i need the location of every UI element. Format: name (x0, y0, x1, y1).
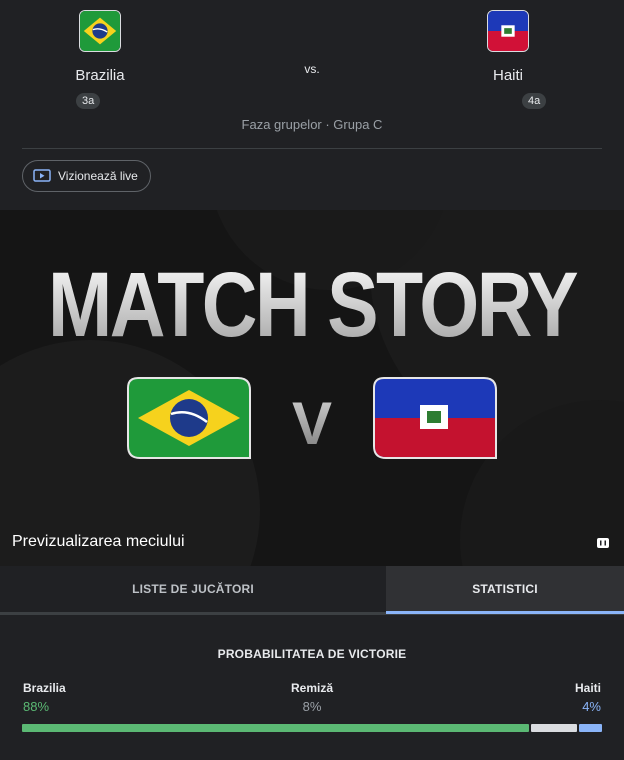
win-probability-bar (22, 724, 602, 732)
watch-live-label: Vizionează live (58, 169, 138, 183)
video-duration-icon (597, 538, 609, 548)
watch-live-button[interactable]: Vizionează live (22, 160, 151, 192)
home-team-seed-badge: 3a (76, 93, 101, 109)
brazil-flag-icon (79, 10, 121, 52)
away-team[interactable]: Haiti 4a (448, 10, 568, 109)
draw-prob-label: Remiză (290, 681, 334, 695)
tab-statistics[interactable]: STATISTICI (386, 566, 624, 614)
match-header: Brazilia 3a vs. Haiti 4a Faza grupelor ·… (0, 0, 624, 210)
draw-prob-value: 8% (302, 699, 322, 714)
tab-lineups[interactable]: LISTE DE JUCĂTORI (0, 566, 386, 614)
away-team-name: Haiti (492, 67, 523, 84)
video-caption: Previzualizarea meciului (12, 533, 185, 550)
header-divider (22, 148, 602, 149)
away-prob-segment (578, 724, 602, 732)
win-probability-title: PROBABILITATEA DE VICTORIE (217, 647, 407, 661)
win-probability-panel: PROBABILITATEA DE VICTORIE Brazilia Remi… (0, 614, 624, 760)
match-stage: Faza grupelor · Grupa C (241, 117, 383, 132)
away-team-seed-badge: 4a (522, 93, 547, 109)
away-prob-label: Haiti (574, 681, 601, 695)
tv-play-icon (33, 169, 51, 182)
haiti-flag-large-icon (373, 377, 497, 459)
draw-prob-segment (530, 724, 577, 732)
brazil-flag-large-icon (127, 377, 251, 459)
video-preview[interactable]: MATCH STORY V Previzualizarea meciului (0, 210, 624, 566)
away-prob-value: 4% (582, 699, 601, 714)
match-story-headline: MATCH STORY (48, 254, 577, 356)
tab-bar: LISTE DE JUCĂTORI STATISTICI (0, 566, 624, 614)
versus-letter: V (292, 390, 332, 457)
home-prob-segment (22, 724, 529, 732)
haiti-flag-icon (487, 10, 529, 52)
video-thumbnail: MATCH STORY V (0, 210, 624, 566)
